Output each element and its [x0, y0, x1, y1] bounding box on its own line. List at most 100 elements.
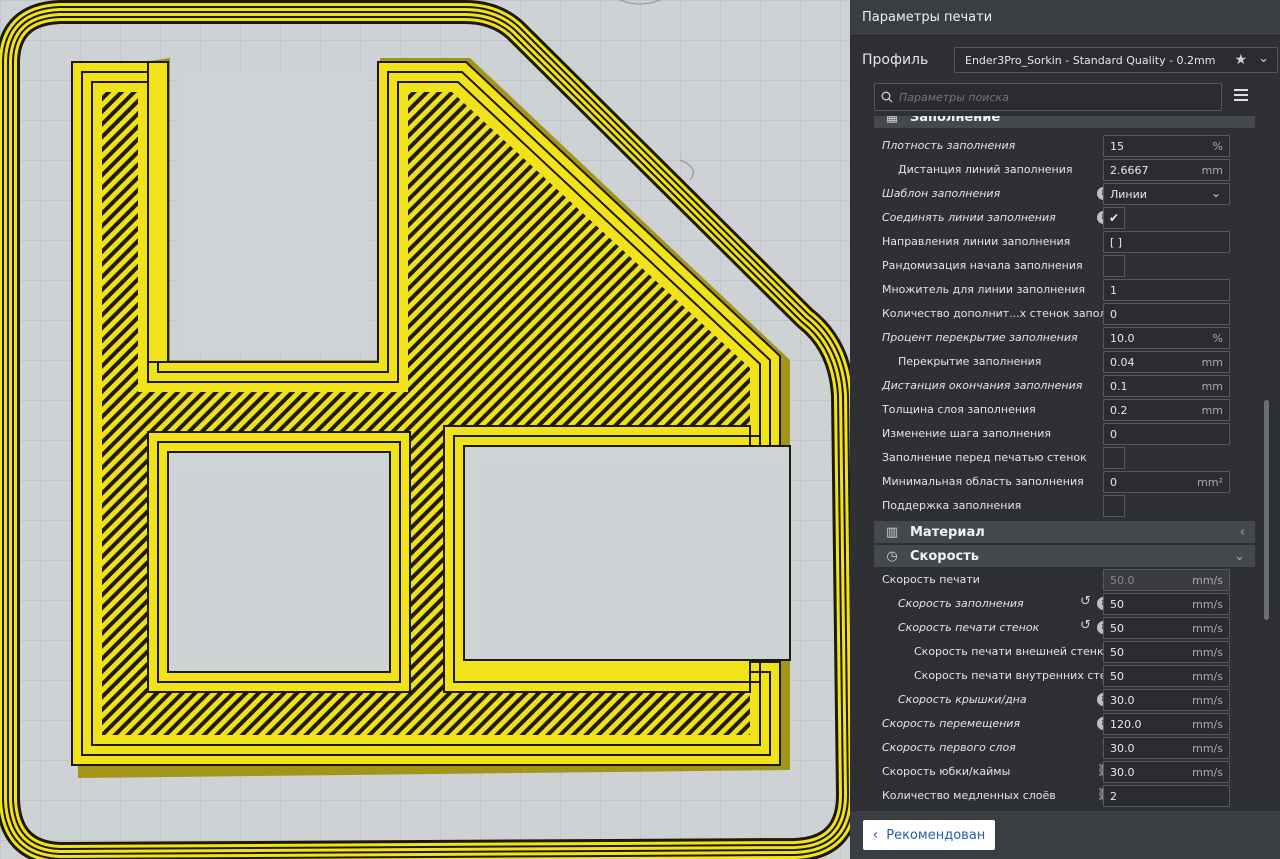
- setting-input[interactable]: 1: [1103, 279, 1230, 301]
- setting-infill-wipe-distance: Дистанция окончания заполнения 0.1 mm: [874, 374, 1260, 398]
- profile-row: Профиль Ender3Pro_Sorkin - Standard Qual…: [862, 46, 1280, 74]
- setting-input[interactable]: 30.0 mm/s: [1103, 761, 1230, 783]
- setting-label: Скорость перемещения: [882, 717, 1021, 730]
- setting-travel-speed: Скорость перемещения f 120.0mm/s: [874, 712, 1260, 736]
- setting-label: Скорость первого слоя: [882, 741, 1016, 754]
- panel-footer: ‹ Рекомендован: [850, 811, 1280, 859]
- setting-label: Процент перекрытие заполнения: [882, 331, 1078, 344]
- setting-label: Количество медленных слоёв: [882, 789, 1056, 802]
- category-infill[interactable]: ▦ Заполнение: [874, 116, 1255, 128]
- favorite-star-icon[interactable]: ★: [1234, 52, 1247, 68]
- setting-checkbox[interactable]: [1103, 255, 1125, 277]
- setting-input[interactable]: 30.0 mm/s: [1103, 737, 1230, 759]
- category-speed[interactable]: ◷ Скорость ⌄: [874, 545, 1255, 567]
- setting-input[interactable]: 0: [1103, 423, 1230, 445]
- setting-label: Скорость печати внутренних стенок: [914, 669, 1128, 682]
- setting-input[interactable]: 0.1 mm: [1103, 375, 1230, 397]
- profile-dropdown[interactable]: Ender3Pro_Sorkin - Standard Quality - 0.…: [954, 47, 1278, 73]
- recommended-label: Рекомендован: [886, 827, 986, 843]
- build-plate-viewport[interactable]: [0, 0, 850, 859]
- setting-label: Множитель для линии заполнения: [882, 283, 1086, 296]
- setting-label: Скорость печати: [882, 573, 980, 586]
- setting-extra-infill-wall-count: Количество дополнит...х стенок заполнени…: [874, 302, 1260, 326]
- setting-checkbox[interactable]: [1103, 447, 1125, 469]
- settings-scrollbar[interactable]: [1264, 400, 1269, 620]
- setting-infill-overlap-percent: Процент перекрытие заполнения 10.0%: [874, 326, 1260, 350]
- setting-input[interactable]: 50 mm/s: [1103, 593, 1230, 615]
- setting-label: Соединять линии заполнения: [882, 211, 1056, 224]
- setting-infill-support: Поддержка заполнения: [874, 494, 1260, 518]
- material-icon: ▥: [885, 524, 899, 540]
- sliced-model-preview: [0, 0, 850, 859]
- setting-infill-overlap: Перекрытие заполнения 0.04 mm: [874, 350, 1260, 374]
- setting-top-bottom-speed: Скорость крышки/дна f 30.0mm/s: [874, 688, 1260, 712]
- setting-randomize-infill-start: Рандомизация начала заполнения: [874, 254, 1260, 278]
- panel-header: Параметры печати: [850, 0, 1280, 36]
- setting-wall-speed: Скорость печати стенок ↺ f 50mm/s: [874, 616, 1260, 640]
- setting-label: Поддержка заполнения: [882, 499, 1022, 512]
- search-icon: [881, 91, 893, 103]
- setting-input[interactable]: 0.04 mm: [1103, 351, 1230, 373]
- category-material-label: Материал: [910, 524, 985, 540]
- setting-input[interactable]: 30.0 mm/s: [1103, 689, 1230, 711]
- setting-label: Скорость юбки/каймы: [882, 765, 1011, 778]
- setting-input[interactable]: 15%: [1103, 135, 1230, 157]
- chevron-left-icon: ‹: [872, 827, 879, 843]
- setting-infill-before-walls: Заполнение перед печатью стенок: [874, 446, 1260, 470]
- setting-label: Скорость крышки/дна: [898, 693, 1027, 706]
- setting-input[interactable]: [ ]: [1103, 231, 1230, 253]
- chevron-down-icon: ⌄: [1210, 186, 1221, 200]
- settings-menu-icon[interactable]: [1234, 86, 1248, 106]
- setting-infill-density: Плотность заполнения 15%: [874, 134, 1260, 158]
- setting-print-speed: Скорость печати 50.0 mm/s: [874, 568, 1260, 592]
- setting-infill-speed: Скорость заполнения ↺ f 50mm/s: [874, 592, 1260, 616]
- setting-input[interactable]: 50 mm/s: [1103, 665, 1230, 687]
- setting-label: Рандомизация начала заполнения: [882, 259, 1083, 272]
- setting-first-layer-speed: Скорость первого слоя 30.0 mm/s: [874, 736, 1260, 760]
- setting-infill-line-directions: Направления линии заполнения [ ]: [874, 230, 1260, 254]
- setting-input[interactable]: 50 mm/s: [1103, 641, 1230, 663]
- category-material[interactable]: ▥ Материал ‹: [874, 521, 1255, 543]
- profile-value: Ender3Pro_Sorkin - Standard Quality - 0.…: [965, 53, 1216, 67]
- setting-infill-line-multiplier: Множитель для линии заполнения 1: [874, 278, 1260, 302]
- chevron-down-icon: ⌄: [1258, 51, 1269, 66]
- infill-icon: ▦: [885, 116, 899, 125]
- setting-input[interactable]: 0: [1103, 303, 1230, 325]
- setting-dropdown[interactable]: Линии ⌄: [1103, 183, 1230, 205]
- setting-slow-layers-count: Количество медленных слоёв ⛓ 2: [874, 784, 1260, 808]
- setting-gradual-infill-steps: Изменение шага заполнения 0: [874, 422, 1260, 446]
- setting-outer-wall-speed: Скорость печати внешней стенки 50 mm/s: [874, 640, 1260, 664]
- setting-input[interactable]: 2: [1103, 785, 1230, 807]
- speedometer-icon: ◷: [886, 548, 898, 564]
- setting-infill-layer-thickness: Толщина слоя заполнения 0.2 mm: [874, 398, 1260, 422]
- setting-input[interactable]: 120.0 mm/s: [1103, 713, 1230, 735]
- reset-icon[interactable]: ↺: [1080, 594, 1091, 609]
- setting-input[interactable]: 50.0 mm/s: [1103, 569, 1230, 591]
- setting-label: Изменение шага заполнения: [882, 427, 1051, 440]
- search-input[interactable]: [897, 89, 1201, 105]
- setting-label: Дистанция окончания заполнения: [882, 379, 1083, 392]
- setting-inner-wall-speed: Скорость печати внутренних стенок 50 mm/s: [874, 664, 1260, 688]
- settings-list[interactable]: ▦ Заполнение Плотность заполнения 15% Ди…: [874, 116, 1260, 812]
- search-row: [874, 83, 1222, 111]
- search-box[interactable]: [874, 83, 1222, 111]
- setting-input[interactable]: 0.2 mm: [1103, 399, 1230, 421]
- reset-icon[interactable]: ↺: [1080, 618, 1091, 633]
- profile-label: Профиль: [862, 52, 929, 68]
- setting-label: Перекрытие заполнения: [898, 355, 1042, 368]
- panel-title: Параметры печати: [862, 10, 993, 25]
- setting-input[interactable]: 10.0%: [1103, 327, 1230, 349]
- setting-label: Дистанция линий заполнения: [898, 163, 1073, 176]
- print-settings-panel: Параметры печати Профиль Ender3Pro_Sorki…: [850, 0, 1280, 859]
- setting-input[interactable]: 50 mm/s: [1103, 617, 1230, 639]
- setting-infill-line-distance: Дистанция линий заполнения 2.6667 mm: [874, 158, 1260, 182]
- setting-label: Скорость заполнения: [898, 597, 1024, 610]
- setting-input[interactable]: 0 mm²: [1103, 471, 1230, 493]
- setting-label: Скорость печати внешней стенки: [914, 645, 1111, 658]
- setting-checkbox[interactable]: ✔: [1103, 207, 1125, 229]
- setting-input[interactable]: 2.6667 mm: [1103, 159, 1230, 181]
- setting-checkbox[interactable]: [1103, 495, 1125, 517]
- recommended-button[interactable]: ‹ Рекомендован: [863, 820, 995, 850]
- setting-label: Плотность заполнения: [882, 139, 1016, 152]
- setting-label: Шаблон заполнения: [882, 187, 1001, 200]
